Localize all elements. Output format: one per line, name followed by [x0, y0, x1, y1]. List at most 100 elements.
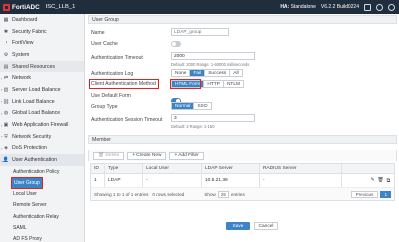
auth-log-selector: None Fail Success All — [171, 69, 243, 77]
sidebar-item-fortiview[interactable]: ◔ FortiView — [0, 37, 84, 49]
shield-icon: ⛨ — [4, 133, 8, 140]
hostname: ISC_LLB_1 — [45, 4, 76, 10]
table-row[interactable]: 1 LDAP - 10.5.21.38 - ✎ 🗑 ⧉ — [91, 174, 394, 188]
plus-icon: + — [132, 153, 136, 158]
sidebar-subitem-ad-fs-proxy[interactable]: AD FS Proxy — [0, 234, 84, 242]
cell-type: LDAP — [105, 174, 143, 187]
edit-icon[interactable]: ✎ — [370, 178, 374, 184]
auth-timeout-input[interactable]: 2000 — [171, 52, 255, 60]
cell-local-user: - — [143, 174, 202, 187]
sidebar-item-dashboard[interactable]: ▦ Dashboard — [0, 14, 84, 26]
delete-row-icon[interactable]: 🗑 — [377, 178, 383, 184]
fortinet-logo-icon — [3, 3, 10, 11]
dashboard-icon: ▦ — [3, 16, 9, 23]
admin-user-icon[interactable] — [388, 3, 395, 11]
chevron-right-icon: › — [1, 75, 3, 81]
log-option-success[interactable]: Success — [205, 70, 231, 76]
sidebar-item-link-load-balance[interactable]: › ⛓ Link Load Balance — [0, 96, 84, 108]
create-new-label: Create New — [136, 153, 162, 158]
sidebar-item-label: Global Load Balance — [12, 110, 61, 117]
method-option-ntlm[interactable]: NTLM — [223, 81, 243, 87]
top-bar: FortiADC ISC_LLB_1 HA: Standalone V6.2.2… — [0, 0, 399, 14]
show-label: Show — [204, 191, 216, 197]
gear-icon: ⚙ — [3, 51, 9, 58]
sidebar-item-shared-resources[interactable]: ▤ Shared Resources — [0, 60, 84, 73]
sidebar-item-label: User Authentication — [12, 157, 57, 164]
sidebar-item-dos-protection[interactable]: › ◈ DoS Protection — [0, 143, 84, 155]
sidebar-item-label: System — [12, 51, 30, 58]
log-option-none[interactable]: None — [172, 70, 191, 76]
fabric-icon: ✱ — [3, 28, 9, 35]
col-local-user[interactable]: Local User — [143, 164, 202, 173]
col-type[interactable]: Type — [105, 164, 143, 173]
auth-log-label: Authentication Log — [91, 71, 134, 77]
resources-icon: ▤ — [3, 63, 9, 70]
ha-value: Standalone — [290, 4, 316, 10]
group-type-option-sso[interactable]: SSO — [194, 103, 211, 109]
add-filter-button[interactable]: + Add Filter — [169, 151, 204, 160]
sidebar-item-global-load-balance[interactable]: › ◍ Global Load Balance — [0, 108, 84, 120]
sidebar-item-security-fabric[interactable]: ✱ Security Fabric — [0, 26, 84, 38]
session-timeout-input[interactable]: 3 — [171, 114, 255, 122]
group-type-option-normal[interactable]: Normal — [172, 103, 195, 109]
group-type-selector: Normal SSO — [171, 102, 212, 110]
sidebar-item-label: Shared Resources — [12, 63, 55, 70]
member-section-header: Member — [88, 135, 397, 144]
chevron-right-icon: › — [1, 145, 3, 151]
globe-icon: ◍ — [3, 110, 9, 117]
filter-plus-icon: + — [174, 153, 178, 158]
previous-button[interactable]: Previous — [350, 190, 379, 198]
member-toolbar: 🗑 Delete + Create New + Add Filter — [88, 150, 397, 161]
html-form-highlight — [170, 79, 201, 89]
help-icon[interactable] — [376, 3, 383, 11]
log-option-all[interactable]: All — [230, 70, 242, 76]
method-option-http[interactable]: HTTP — [204, 81, 224, 87]
page-size-select[interactable]: 25 — [217, 190, 229, 198]
sidebar-subitem-local-user[interactable]: Local User — [0, 189, 84, 200]
chevron-right-icon: › — [1, 87, 3, 93]
sidebar-item-server-load-balance[interactable]: › ▥ Server Load Balance — [0, 84, 84, 96]
brand-logo[interactable]: FortiADC — [3, 3, 40, 11]
create-new-button[interactable]: + Create New — [127, 151, 167, 160]
page-number-button[interactable]: 1 — [380, 190, 391, 198]
dos-icon: ◈ — [4, 145, 8, 152]
sidebar-subitem-authentication-policy[interactable]: Authentication Policy — [0, 166, 84, 177]
sidebar-item-system[interactable]: ⚙ System — [0, 49, 84, 61]
sidebar-item-user-authentication[interactable]: ⌄ 👤 User Authentication — [0, 154, 84, 166]
cli-icon[interactable] — [364, 3, 371, 11]
sidebar-subitem-remote-server[interactable]: Remote Server — [0, 200, 84, 211]
version-menu[interactable]: V6.2.2 Build0224 — [321, 4, 359, 10]
sidebar-item-label: Link Load Balance — [12, 98, 55, 105]
sidebar-item-label: Network Security — [12, 133, 52, 140]
save-button[interactable]: Save — [226, 222, 250, 230]
user-cache-label: User Cache — [91, 41, 118, 47]
member-table: ID Type Local User LDAP Server RADIUS Se… — [90, 163, 395, 201]
showing-entries-text: Showing 1 to 1 of 1 entries — [94, 191, 149, 197]
log-option-fail[interactable]: Fail — [190, 70, 206, 76]
cell-radius-server: - — [260, 174, 342, 187]
sidebar-subitem-user-group[interactable]: User Group — [11, 177, 43, 189]
sidebar-item-network[interactable]: › ⇄ Network — [0, 72, 84, 84]
col-ldap-server[interactable]: LDAP Server — [202, 164, 260, 173]
sidebar-item-label: Web Application Firewall — [12, 122, 69, 129]
sidebar: ▦ Dashboard ✱ Security Fabric ◔ FortiView ⚙… — [0, 14, 85, 242]
sidebar-item-network-security[interactable]: › ⛨ Network Security — [0, 131, 84, 143]
col-id[interactable]: ID — [91, 164, 105, 173]
cancel-button[interactable]: Cancel — [254, 222, 278, 230]
user-cache-toggle[interactable] — [171, 41, 181, 47]
sidebar-item-web-application-firewall[interactable]: › ▣ Web Application Firewall — [0, 119, 84, 131]
cell-id: 1 — [91, 174, 105, 187]
sidebar-item-label: Dashboard — [12, 16, 38, 23]
pagination: Previous 1 — [350, 190, 391, 198]
session-timeout-hint: Default: 3 Range: 1-150 — [171, 124, 215, 129]
sidebar-item-label: Security Fabric — [12, 28, 47, 35]
clone-icon[interactable]: ⧉ — [387, 178, 390, 184]
rows-selected-text: 0 rows selected — [152, 191, 185, 197]
form-actions: Save Cancel — [226, 222, 278, 230]
entries-label: entries — [230, 191, 245, 197]
col-radius-server[interactable]: RADIUS Server — [260, 164, 342, 173]
delete-button[interactable]: 🗑 Delete — [93, 151, 125, 160]
name-input[interactable]: LDAP_group — [171, 28, 229, 36]
sidebar-subitem-authentication-relay[interactable]: Authentication Relay — [0, 211, 84, 222]
sidebar-subitem-saml[interactable]: SAML — [0, 222, 84, 233]
